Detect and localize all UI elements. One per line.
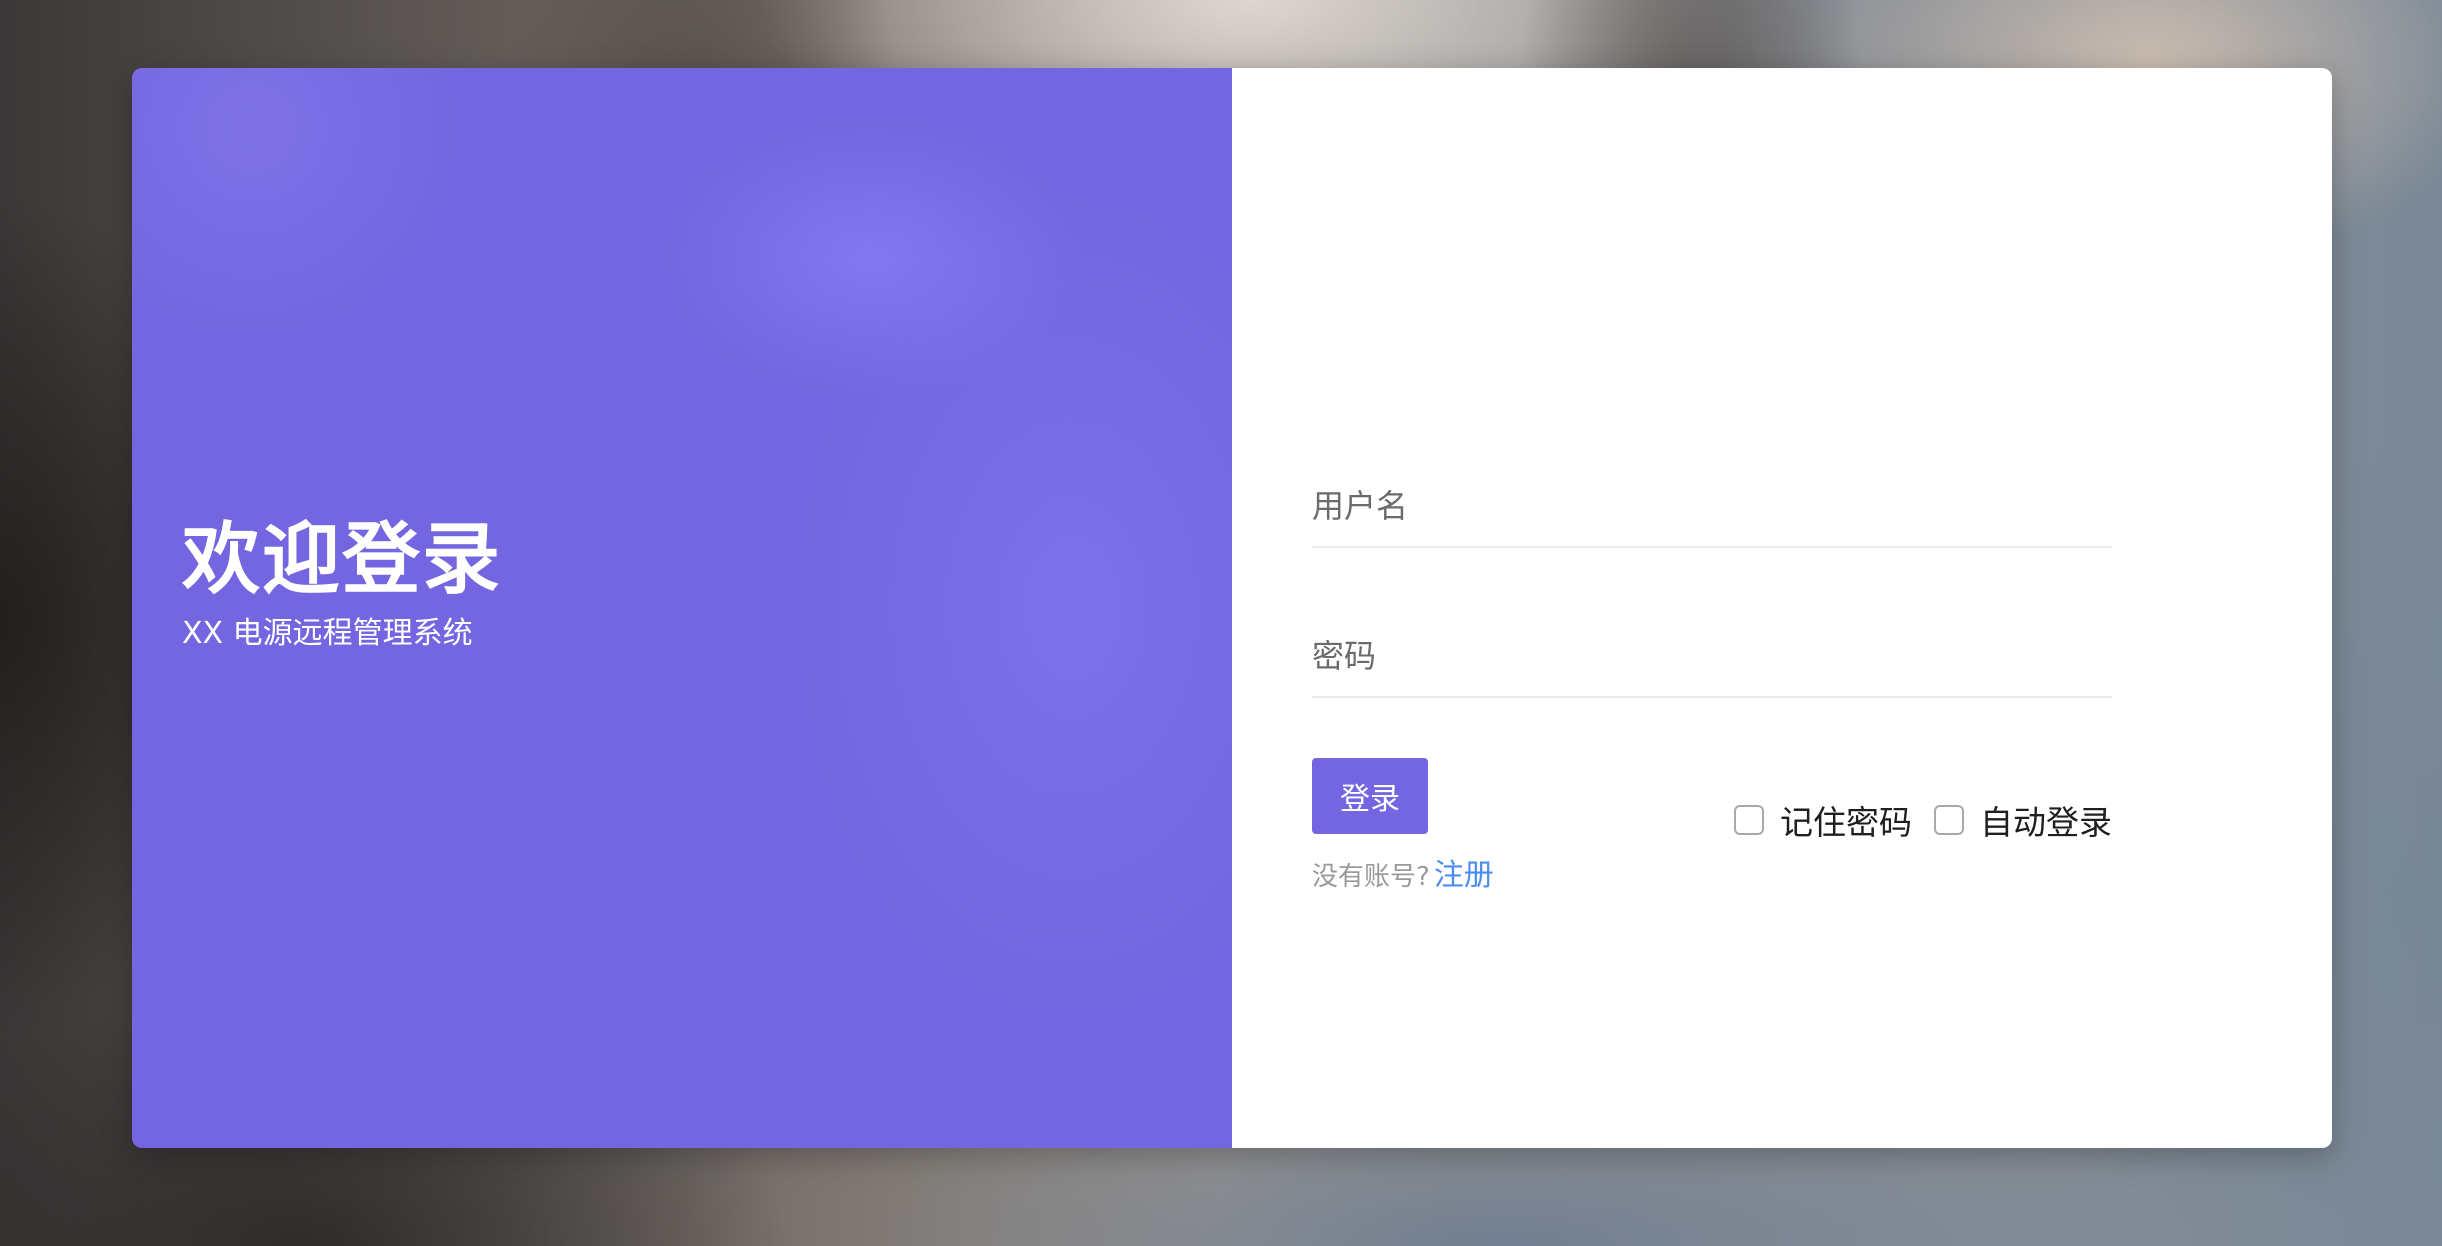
remember-password-label: 记住密码 [1780, 803, 1912, 842]
form-actions: 登录 没有账号? 注册 记住密码 自动登录 [1312, 758, 2112, 898]
password-input[interactable] [1312, 616, 2112, 698]
welcome-title: 欢迎登录 [182, 515, 503, 605]
auto-login-checkbox[interactable] [1934, 805, 1964, 835]
login-card: 欢迎登录 XX 电源远程管理系统 登录 没有账号?注册 记住密码 [132, 68, 2332, 1148]
register-link[interactable]: 注册 [1434, 858, 1494, 893]
remember-password-option[interactable]: 记住密码 [1734, 796, 1912, 844]
login-options: 记住密码 自动登录 [1712, 796, 2112, 844]
username-field-wrapper [1312, 398, 2112, 548]
no-account-text: 没有账号? [1312, 862, 1430, 892]
login-form-panel: 登录 没有账号?注册 记住密码 自动登录 [1232, 68, 2332, 1148]
welcome-panel: 欢迎登录 XX 电源远程管理系统 [132, 68, 1232, 1148]
auto-login-label: 自动登录 [1980, 803, 2112, 842]
login-button[interactable]: 登录 [1312, 758, 1428, 834]
welcome-block: 欢迎登录 XX 电源远程管理系统 [182, 514, 502, 652]
username-input[interactable] [1312, 466, 2112, 548]
password-field-wrapper [1312, 548, 2112, 698]
system-subtitle: XX 电源远程管理系统 [182, 615, 473, 651]
login-form: 登录 没有账号?注册 记住密码 自动登录 [1312, 398, 2112, 898]
auto-login-option[interactable]: 自动登录 [1934, 796, 2112, 844]
register-prompt: 没有账号? 注册 [1312, 850, 1494, 894]
remember-password-checkbox[interactable] [1734, 805, 1764, 835]
